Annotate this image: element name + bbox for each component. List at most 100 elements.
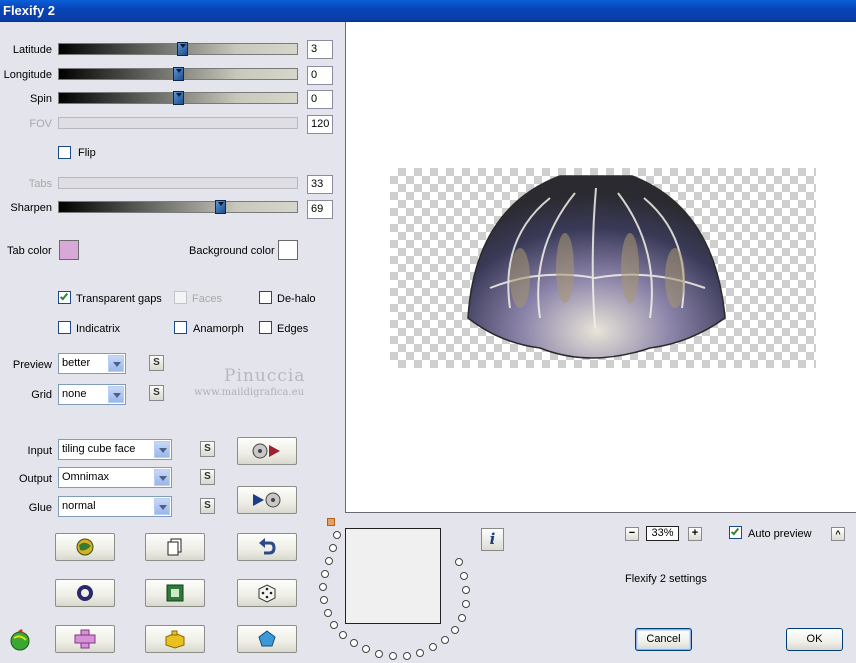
info-button[interactable]: i [481, 528, 504, 551]
cube-icon [165, 630, 185, 649]
cross-button[interactable] [55, 625, 115, 653]
anamorph-checkbox[interactable] [174, 321, 187, 334]
spin-slider-thumb[interactable] [173, 91, 184, 105]
ring-icon [77, 585, 93, 601]
input-s-button[interactable]: S [200, 441, 215, 457]
navigator-dot [462, 586, 470, 594]
pentagon-button[interactable] [237, 625, 297, 653]
chevron-down-icon[interactable] [154, 498, 170, 515]
navigator-thumbnail[interactable] [345, 528, 441, 624]
chevron-down-icon[interactable] [154, 469, 170, 486]
cancel-button[interactable]: Cancel [635, 628, 692, 651]
tab-color-swatch[interactable] [59, 240, 79, 260]
zoom-in-button[interactable]: + [688, 527, 702, 541]
navigator-dot [451, 626, 459, 634]
settings-name: Flexify 2 settings [625, 573, 707, 585]
input-select-value: tiling cube face [62, 443, 136, 455]
navigator-dot [319, 583, 327, 591]
ring-button[interactable] [55, 579, 115, 607]
tab-color-label: Tab color [7, 245, 52, 257]
preview-select[interactable]: better [58, 353, 126, 374]
output-select-value: Omnimax [62, 471, 110, 483]
input-select[interactable]: tiling cube face [58, 439, 172, 460]
undo-button[interactable] [237, 533, 297, 561]
auto-preview-label: Auto preview [748, 528, 812, 540]
chevron-down-icon[interactable] [108, 386, 124, 403]
chevron-down-icon[interactable] [108, 355, 124, 372]
frame-button[interactable] [145, 579, 205, 607]
sharpen-slider[interactable] [58, 200, 298, 214]
longitude-slider-thumb[interactable] [173, 67, 184, 81]
spin-label: Spin [29, 93, 52, 105]
latitude-slider-thumb[interactable] [177, 42, 188, 56]
tabs-label: Tabs [28, 178, 52, 190]
grid-select-value: none [62, 388, 87, 400]
navigator-dot [441, 636, 449, 644]
watermark-url: www.maildigrafica.eu [194, 387, 305, 398]
navigator-dot [429, 643, 437, 651]
navigator-dot [325, 557, 333, 565]
tabs-slider [58, 177, 298, 189]
transparent-gaps-checkbox[interactable] [58, 291, 71, 304]
copy-button[interactable] [145, 533, 205, 561]
longitude-value[interactable]: 0 [307, 66, 333, 85]
fov-slider [58, 117, 298, 129]
save-preset-button[interactable] [237, 486, 297, 514]
navigator-dot [403, 652, 411, 660]
zoom-out-button[interactable]: − [625, 527, 639, 541]
load-preset-button[interactable] [237, 437, 297, 465]
cross-icon [74, 629, 96, 649]
check-mark-icon [59, 291, 69, 301]
grid-s-button[interactable]: S [149, 385, 164, 401]
globe-icon [76, 538, 94, 556]
grid-select[interactable]: none [58, 384, 126, 405]
output-select[interactable]: Omnimax [58, 467, 172, 488]
navigator-dot [462, 600, 470, 608]
navigator-dot [375, 650, 383, 658]
flexify-logo-icon [10, 629, 30, 651]
glue-select-value: normal [62, 500, 96, 512]
longitude-slider[interactable] [58, 67, 298, 81]
navigator-handle[interactable] [327, 518, 335, 526]
ok-button[interactable]: OK [786, 628, 843, 651]
navigator-dot [458, 614, 466, 622]
latitude-slider[interactable] [58, 42, 298, 56]
pentagon-icon [258, 630, 276, 647]
preview-select-value: better [62, 357, 91, 369]
edges-label: Edges [277, 323, 309, 335]
output-s-button[interactable]: S [200, 469, 215, 485]
preview-s-button[interactable]: S [149, 355, 164, 371]
auto-preview-checkbox[interactable] [729, 526, 742, 539]
dice-icon [258, 584, 276, 603]
transparent-gaps-label: Transparent gaps [76, 293, 162, 305]
chevron-down-icon[interactable] [154, 441, 170, 458]
fov-value: 120 [307, 115, 333, 134]
background-color-swatch[interactable] [278, 240, 298, 260]
play-disc-icon [253, 492, 281, 508]
flip-label: Flip [78, 147, 96, 159]
edges-checkbox[interactable] [259, 321, 272, 334]
output-label: Output [18, 473, 52, 485]
de-halo-checkbox[interactable] [259, 291, 272, 304]
spin-value[interactable]: 0 [307, 90, 333, 109]
cube-button[interactable] [145, 625, 205, 653]
randomize-globe-button[interactable] [55, 533, 115, 561]
navigator-dot [321, 570, 329, 578]
sharpen-slider-thumb[interactable] [215, 200, 226, 214]
disc-play-icon [252, 443, 280, 459]
random-dice-button[interactable] [237, 579, 297, 607]
indicatrix-checkbox[interactable] [58, 321, 71, 334]
latitude-value[interactable]: 3 [307, 40, 333, 59]
longitude-label: Longitude [3, 69, 52, 81]
flip-checkbox[interactable] [58, 146, 71, 159]
navigator-dot [350, 639, 358, 647]
glue-select[interactable]: normal [58, 496, 172, 517]
grid-label: Grid [31, 389, 52, 401]
collapse-button[interactable]: ^ [831, 527, 845, 541]
spin-slider[interactable] [58, 91, 298, 105]
navigator-dot [362, 645, 370, 653]
sharpen-value[interactable]: 69 [307, 200, 333, 219]
background-color-label: Background color [189, 245, 275, 257]
glue-s-button[interactable]: S [200, 498, 215, 514]
navigator-dot [389, 652, 397, 660]
